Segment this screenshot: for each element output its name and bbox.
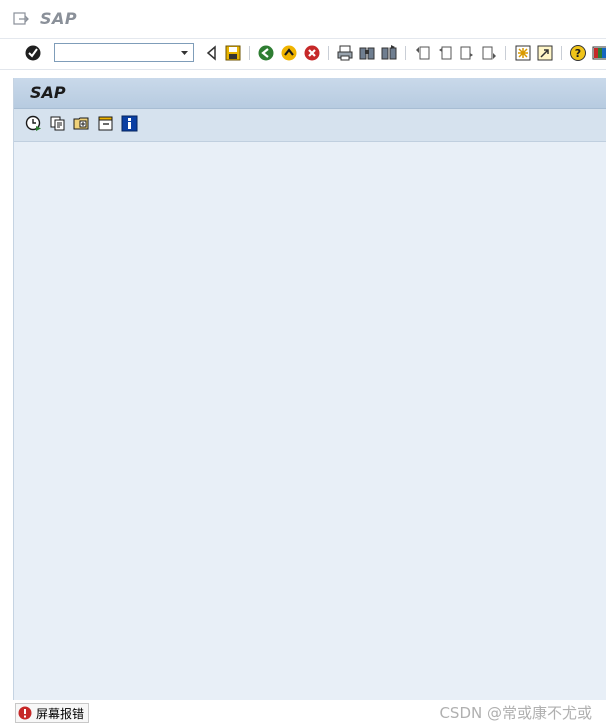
chevron-down-icon[interactable] — [176, 44, 193, 61]
application-toolbar — [14, 109, 606, 142]
status-button-label: 屏幕报错 — [36, 706, 85, 721]
error-screen-button[interactable]: 屏幕报错 — [15, 703, 90, 723]
standard-toolbar: ? — [0, 39, 606, 70]
command-input[interactable] — [57, 45, 179, 62]
shortcut-icon[interactable] — [536, 44, 554, 62]
execute-icon[interactable] — [25, 115, 42, 132]
save-icon[interactable] — [224, 44, 242, 62]
page-title: SAP — [30, 83, 66, 102]
toolbar-separator — [328, 46, 329, 60]
toolbar-separator — [249, 46, 250, 60]
watermark: CSDN @常或康不尤或 — [439, 704, 592, 722]
back-icon[interactable] — [257, 44, 275, 62]
toolbar-separator — [405, 46, 406, 60]
first-page-icon[interactable] — [414, 44, 432, 62]
help-icon[interactable]: ? — [569, 44, 587, 62]
expand-icon[interactable] — [73, 115, 90, 132]
print-icon[interactable] — [336, 44, 354, 62]
exit-icon[interactable] — [280, 44, 298, 62]
menu-icon[interactable] — [13, 12, 29, 26]
command-field[interactable] — [54, 43, 194, 62]
cancel-icon[interactable] — [303, 44, 321, 62]
collapse-icon[interactable] — [97, 115, 114, 132]
back-arrow-icon[interactable] — [203, 44, 221, 62]
svg-text:?: ? — [575, 47, 581, 60]
title-bar: SAP — [0, 0, 606, 39]
error-icon — [18, 706, 32, 720]
info-icon[interactable] — [121, 115, 138, 132]
last-page-icon[interactable] — [480, 44, 498, 62]
layout-menu-icon[interactable] — [591, 44, 606, 62]
enter-icon[interactable] — [24, 44, 42, 62]
find-icon[interactable] — [358, 44, 376, 62]
panel-header: SAP — [14, 78, 606, 109]
next-page-icon[interactable] — [458, 44, 476, 62]
previous-page-icon[interactable] — [436, 44, 454, 62]
create-session-icon[interactable] — [514, 44, 532, 62]
copy-icon[interactable] — [49, 115, 66, 132]
window-title: SAP — [40, 9, 78, 28]
main-panel: SAP — [13, 78, 606, 700]
find-next-icon[interactable] — [380, 44, 398, 62]
toolbar-separator — [561, 46, 562, 60]
toolbar-separator — [505, 46, 506, 60]
